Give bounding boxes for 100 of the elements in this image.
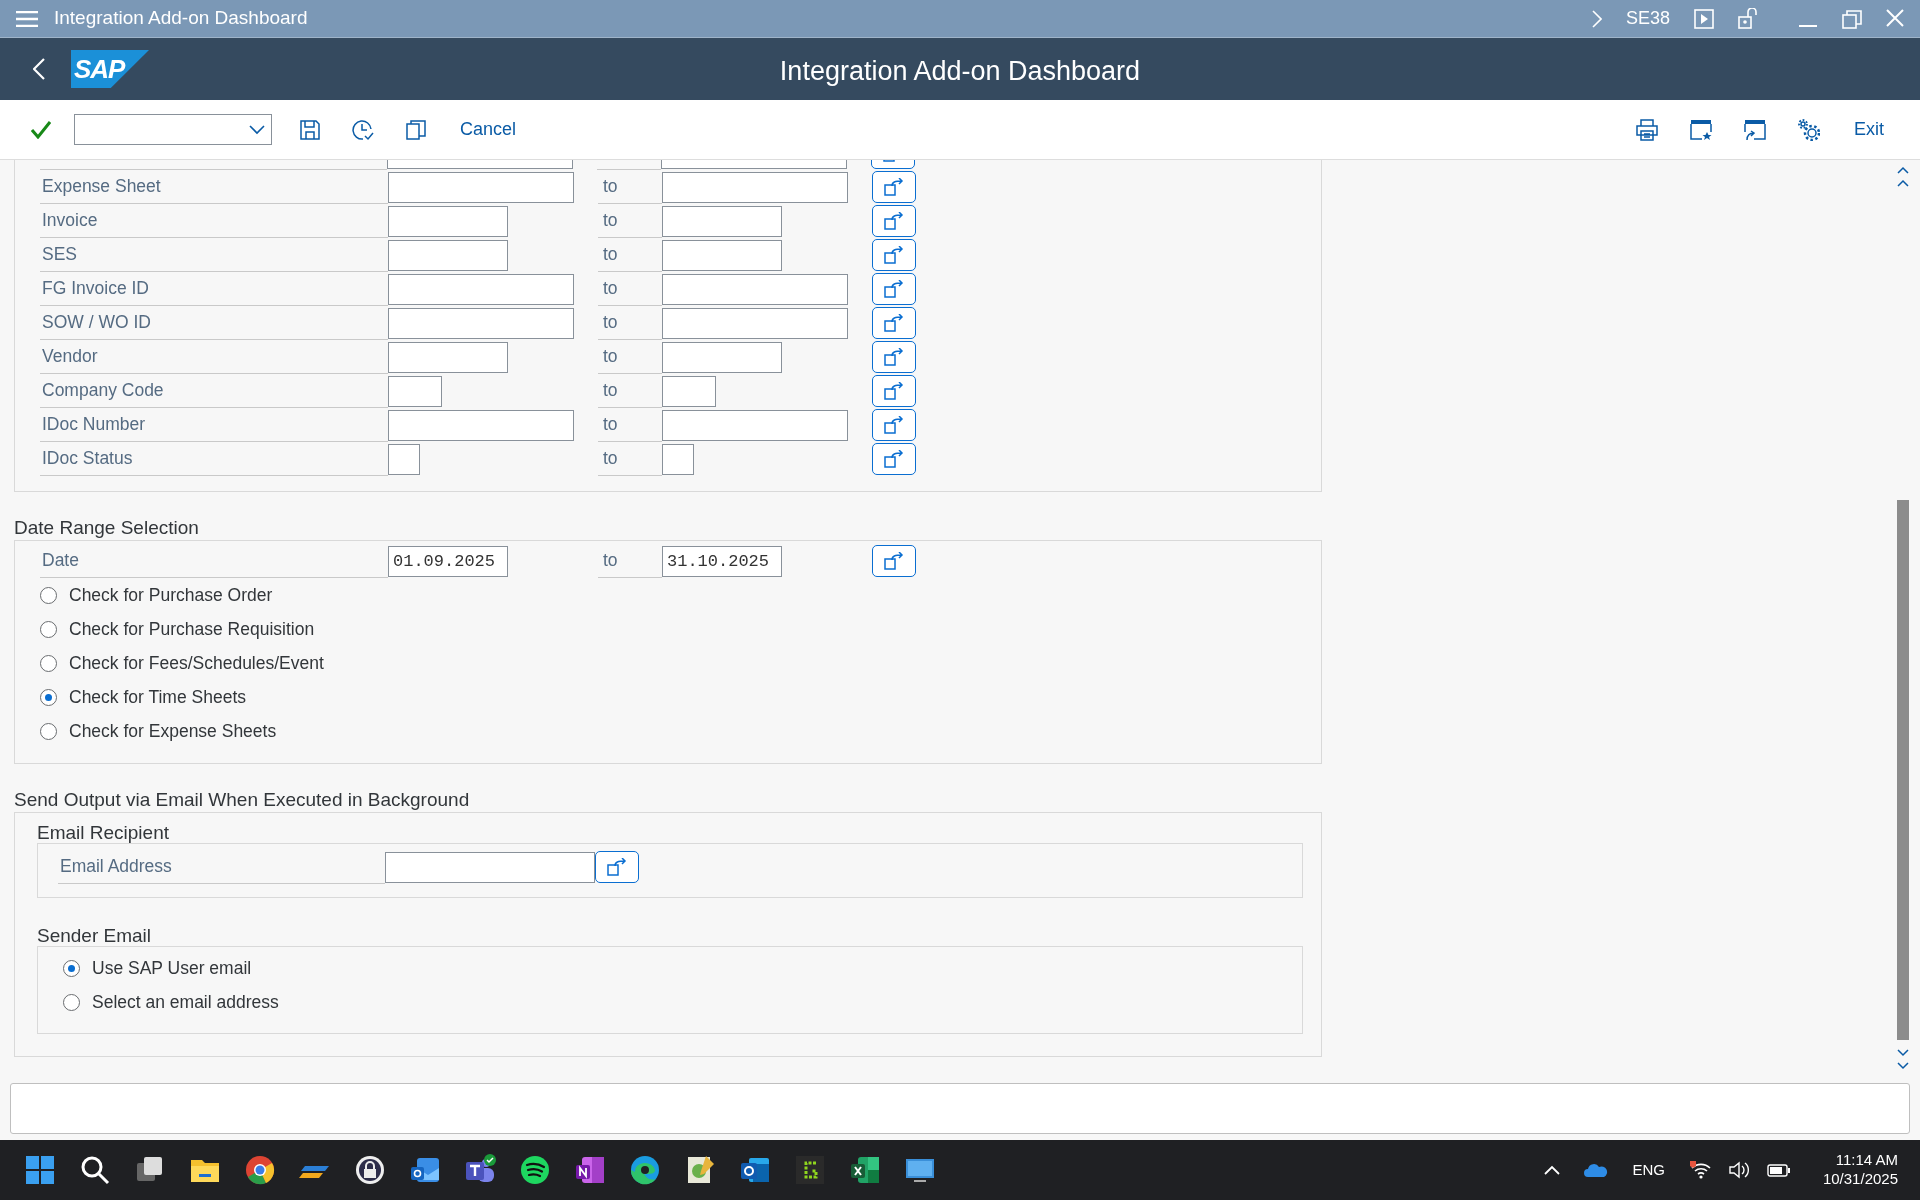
input-field[interactable]: 01.09.2025 (388, 545, 508, 577)
input-field[interactable] (388, 443, 420, 475)
page-title: Integration Add-on Dashboard (779, 55, 1141, 88)
scrollbar-thumb[interactable] (1897, 500, 1909, 1040)
field-label: Expense Sheet (40, 170, 388, 204)
scroll-up-icon[interactable] (1897, 166, 1909, 188)
multiple-selection-button[interactable] (872, 443, 916, 475)
arrow-square-icon (884, 212, 904, 230)
window-title: Integration Add-on Dashboard (54, 6, 308, 31)
arrow-square-icon (607, 858, 627, 876)
close-icon[interactable] (1886, 8, 1904, 27)
multiple-selection-button[interactable] (872, 341, 916, 373)
language-indicator[interactable]: ENG (1632, 1158, 1665, 1182)
input-field[interactable] (388, 273, 574, 305)
multiple-selection-button[interactable] (872, 409, 916, 441)
multiple-selection-button[interactable] (872, 171, 916, 203)
field-label: FG Invoice ID (40, 272, 388, 306)
multiple-selection-button[interactable] (872, 375, 916, 407)
input-field[interactable] (388, 239, 508, 271)
multiple-selection-button[interactable] (872, 273, 916, 305)
radio-button[interactable] (40, 688, 57, 706)
multiple-selection-button[interactable] (872, 239, 916, 271)
arrow-square-icon (884, 552, 904, 570)
multiple-selection-button[interactable] (595, 851, 639, 883)
subsection-title: Email Recipient (37, 821, 170, 843)
play-icon[interactable] (1694, 8, 1714, 29)
field-label: Vendor (40, 340, 388, 374)
chevron-up-icon[interactable] (1544, 1165, 1561, 1175)
field-label: IDoc Number (40, 408, 388, 442)
edge-browser-icon[interactable] (629, 1154, 661, 1186)
cloud-icon[interactable] (1584, 1163, 1609, 1177)
input-field[interactable] (662, 205, 782, 237)
field-label: Invoice (40, 204, 388, 238)
wifi-icon[interactable] (1688, 1160, 1713, 1180)
command-dropdown[interactable] (74, 114, 272, 145)
back-icon[interactable] (33, 58, 45, 80)
option-label: Check for Purchase Requisition (69, 617, 315, 641)
input-field[interactable] (662, 341, 782, 373)
arrow-square-icon (884, 246, 904, 264)
input-field[interactable] (662, 171, 848, 203)
option-label: Check for Purchase Order (69, 583, 273, 607)
radio-button[interactable] (40, 620, 57, 638)
search-icon[interactable] (79, 1154, 111, 1186)
volume-icon[interactable] (1728, 1161, 1751, 1179)
option-label: Select an email address (92, 990, 279, 1014)
input-field[interactable] (388, 307, 574, 339)
radio-button[interactable] (63, 959, 80, 977)
arrow-square-icon (884, 314, 904, 332)
option-label: Use SAP User email (92, 956, 252, 980)
subsection-title: Sender Email (37, 924, 153, 946)
cancel-button[interactable]: Cancel (454, 116, 523, 143)
input-field[interactable]: 31.10.2025 (662, 545, 782, 577)
clock-date[interactable]: 10/31/2025 (1822, 1170, 1898, 1189)
arrow-square-icon (884, 450, 904, 468)
input-field[interactable] (385, 851, 595, 883)
input-field[interactable] (662, 273, 848, 305)
checkmark-icon[interactable] (31, 120, 51, 139)
section-title: Send Output via Email When Executed in Background (14, 788, 471, 812)
menu-icon[interactable] (16, 10, 38, 27)
radio-button[interactable] (40, 654, 57, 672)
field-label: Email Address (58, 850, 385, 884)
radio-button[interactable] (40, 586, 57, 604)
input-field[interactable] (388, 171, 574, 203)
input-field[interactable] (388, 205, 508, 237)
chevron-right-icon[interactable] (1591, 9, 1602, 28)
multiple-selection-button[interactable] (872, 307, 916, 339)
notebook-icon[interactable] (574, 1154, 606, 1186)
arrow-square-icon (884, 280, 904, 298)
caret-icon (249, 124, 265, 135)
arrow-square-icon (884, 348, 904, 366)
arrow-square-icon (884, 416, 904, 434)
option-label: Check for Time Sheets (69, 685, 247, 709)
input-field[interactable] (662, 375, 716, 407)
multiple-selection-button[interactable] (872, 545, 916, 577)
unlock-icon[interactable] (1738, 7, 1758, 30)
clock-time[interactable]: 11:14 AM (1822, 1151, 1898, 1170)
multiple-selection-button[interactable] (872, 205, 916, 237)
input-field[interactable] (662, 239, 782, 271)
browser-icon[interactable] (244, 1154, 276, 1186)
spreadsheet-icon[interactable] (849, 1154, 881, 1186)
radio-button[interactable] (40, 722, 57, 740)
battery-icon[interactable] (1766, 1162, 1791, 1178)
restore-icon[interactable] (1842, 8, 1862, 29)
input-field[interactable] (388, 341, 508, 373)
music-icon[interactable] (519, 1154, 551, 1186)
scroll-down-icon[interactable] (1897, 1048, 1909, 1070)
start-icon[interactable] (24, 1154, 56, 1186)
input-field[interactable] (388, 375, 442, 407)
arrow-square-icon (884, 178, 904, 196)
arrow-square-icon (884, 382, 904, 400)
input-field[interactable] (662, 307, 848, 339)
field-label: IDoc Status (40, 442, 388, 476)
input-field[interactable] (388, 409, 574, 441)
field-label: Company Code (40, 374, 388, 408)
input-field[interactable] (662, 409, 848, 441)
input-field[interactable] (662, 443, 694, 475)
option-label: Check for Fees/Schedules/Event (69, 651, 324, 675)
radio-button[interactable] (63, 993, 80, 1011)
exit-button[interactable]: Exit (1848, 116, 1890, 143)
lock-icon[interactable] (354, 1154, 386, 1186)
